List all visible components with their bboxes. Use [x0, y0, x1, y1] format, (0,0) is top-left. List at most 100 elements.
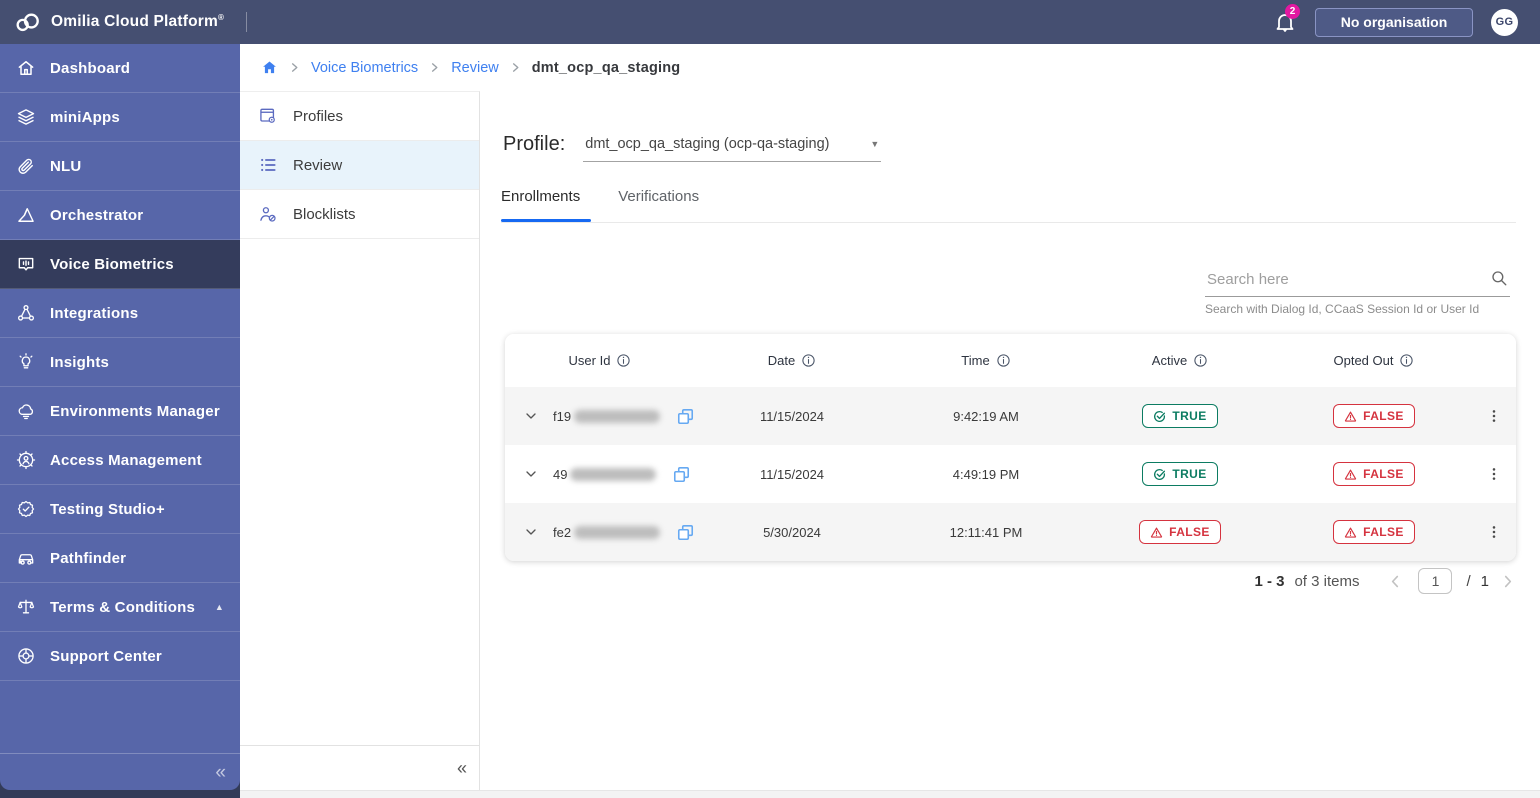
breadcrumb-link-voice-biometrics[interactable]: Voice Biometrics	[311, 60, 418, 76]
warning-triangle-icon	[1344, 468, 1357, 481]
table-row[interactable]: 49 11/15/2024 4:49:19 PM TRUE FALSE	[505, 445, 1516, 503]
user-avatar[interactable]: GG	[1491, 8, 1518, 36]
info-icon[interactable]	[801, 353, 816, 368]
expand-row-icon[interactable]	[523, 466, 539, 482]
info-icon[interactable]	[1399, 353, 1414, 368]
copy-icon[interactable]	[676, 407, 695, 426]
app-title: Omilia Cloud Platform®	[51, 12, 225, 31]
sidebar-item-terms-conditions[interactable]: Terms & Conditions ▲	[0, 583, 240, 632]
expand-row-icon[interactable]	[523, 524, 539, 540]
tab-verifications[interactable]: Verifications	[618, 188, 699, 218]
sidebar-item-label: miniApps	[50, 108, 120, 126]
subsidebar-item-review[interactable]: Review	[240, 141, 479, 190]
active-status-badge: TRUE	[1142, 404, 1218, 428]
info-icon[interactable]	[1193, 353, 1208, 368]
active-status-badge: FALSE	[1139, 520, 1221, 544]
sidebar-item-voice-biometrics[interactable]: Voice Biometrics	[0, 240, 240, 289]
table-row[interactable]: fe2 5/30/2024 12:11:41 PM FALSE FALSE	[505, 503, 1516, 561]
sidebar-item-testing-studio[interactable]: Testing Studio+	[0, 485, 240, 534]
profile-dropdown[interactable]: dmt_ocp_qa_staging (ocp-qa-staging) ▼	[583, 133, 882, 162]
sidebar-item-miniapps[interactable]: miniApps	[0, 93, 240, 142]
opted-out-status-badge: FALSE	[1333, 520, 1415, 544]
breadcrumb-separator-icon	[289, 62, 300, 73]
sidebar-item-label: Access Management	[50, 451, 202, 469]
sidebar-item-label: Environments Manager	[50, 402, 220, 420]
column-header-active: Active	[1083, 353, 1277, 368]
omilia-cloud-logo-icon	[16, 13, 39, 31]
triangle-icon	[18, 208, 34, 222]
caret-up-icon[interactable]: ▲	[215, 602, 224, 612]
next-page-button[interactable]	[1499, 573, 1516, 590]
sidebar-item-insights[interactable]: Insights	[0, 338, 240, 387]
profile-dropdown-value: dmt_ocp_qa_staging (ocp-qa-staging)	[585, 136, 830, 152]
window-gear-icon	[260, 108, 275, 123]
breadcrumb-separator-icon	[510, 62, 521, 73]
breadcrumb-link-review[interactable]: Review	[451, 60, 499, 76]
row-menu-button[interactable]	[1486, 408, 1502, 424]
sidebar-item-label: Dashboard	[50, 59, 131, 77]
warning-triangle-icon	[1150, 526, 1163, 539]
secondary-sidebar-collapse-button[interactable]: «	[457, 759, 467, 777]
search-input[interactable]	[1205, 267, 1510, 297]
time-value: 12:11:41 PM	[949, 524, 1023, 540]
user-id-value: fe2	[553, 525, 661, 540]
home-breadcrumb-icon[interactable]	[261, 59, 278, 76]
sidebar-item-label: Integrations	[50, 304, 139, 322]
column-header-opted-out: Opted Out	[1277, 353, 1471, 368]
car-icon	[18, 554, 34, 565]
layers-icon	[17, 109, 35, 125]
chat-wave-icon	[18, 257, 34, 271]
check-circle-icon	[1153, 468, 1166, 481]
tab-divider	[501, 222, 1516, 223]
sidebar-item-access-management[interactable]: Access Management	[0, 436, 240, 485]
table-row[interactable]: f19 11/15/2024 9:42:19 AM TRUE FALSE	[505, 387, 1516, 445]
previous-page-button[interactable]	[1387, 573, 1404, 590]
row-menu-button[interactable]	[1486, 524, 1502, 540]
date-value: 5/30/2024	[763, 524, 821, 540]
time-value: 9:42:19 AM	[953, 408, 1019, 424]
info-icon[interactable]	[996, 353, 1011, 368]
pagination-total-pages: 1	[1480, 572, 1489, 590]
subsidebar-item-label: Profiles	[293, 107, 344, 125]
tab-enrollments[interactable]: Enrollments	[501, 188, 580, 218]
primary-sidebar: Dashboard miniApps NLU Orchestrator Voic…	[0, 44, 240, 790]
expand-row-icon[interactable]	[523, 408, 539, 424]
sidebar-item-integrations[interactable]: Integrations	[0, 289, 240, 338]
sidebar-collapse-button[interactable]: «	[215, 763, 226, 782]
pagination-range: 1 - 3	[1254, 572, 1285, 590]
page-number-input[interactable]	[1418, 568, 1453, 594]
sidebar-item-pathfinder[interactable]: Pathfinder	[0, 534, 240, 583]
subsidebar-item-profiles[interactable]: Profiles	[240, 92, 479, 141]
subsidebar-item-label: Blocklists	[293, 205, 356, 223]
copy-icon[interactable]	[672, 465, 691, 484]
column-header-time: Time	[889, 353, 1083, 368]
opted-out-status-badge: FALSE	[1333, 462, 1415, 486]
info-icon[interactable]	[616, 353, 631, 368]
search-icon[interactable]	[1490, 269, 1508, 287]
row-menu-button[interactable]	[1486, 466, 1502, 482]
enrollments-table: User Id Date Time Active Opted Out f19 1…	[505, 334, 1516, 561]
lifebuoy-icon	[18, 648, 34, 664]
app-window: Omilia Cloud Platform® 2 No organisation…	[0, 0, 1540, 798]
notifications-button[interactable]: 2	[1273, 4, 1300, 34]
search-helper-text: Search with Dialog Id, CCaaS Session Id …	[1205, 302, 1480, 316]
opted-out-status-badge: FALSE	[1333, 404, 1415, 428]
sidebar-item-support-center[interactable]: Support Center	[0, 632, 240, 681]
user-id-value: 49	[553, 467, 657, 482]
pagination-of-text: of 3 items	[1294, 572, 1360, 590]
organisation-selector-button[interactable]: No organisation	[1315, 7, 1473, 37]
sidebar-item-dashboard[interactable]: Dashboard	[0, 44, 240, 93]
sidebar-item-orchestrator[interactable]: Orchestrator	[0, 191, 240, 240]
top-bar: Omilia Cloud Platform® 2 No organisation…	[0, 0, 1540, 44]
horizontal-scrollbar-track[interactable]	[240, 790, 1540, 798]
user-slash-icon	[260, 207, 276, 222]
date-value: 11/15/2024	[759, 408, 825, 424]
sidebar-item-environments-manager[interactable]: Environments Manager	[0, 387, 240, 436]
copy-icon[interactable]	[676, 523, 695, 542]
notification-count-badge: 2	[1285, 4, 1300, 19]
subsidebar-item-blocklists[interactable]: Blocklists	[240, 190, 479, 239]
scales-icon	[17, 599, 35, 614]
lightbulb-icon	[19, 353, 33, 369]
home-icon	[18, 61, 34, 75]
sidebar-item-nlu[interactable]: NLU	[0, 142, 240, 191]
